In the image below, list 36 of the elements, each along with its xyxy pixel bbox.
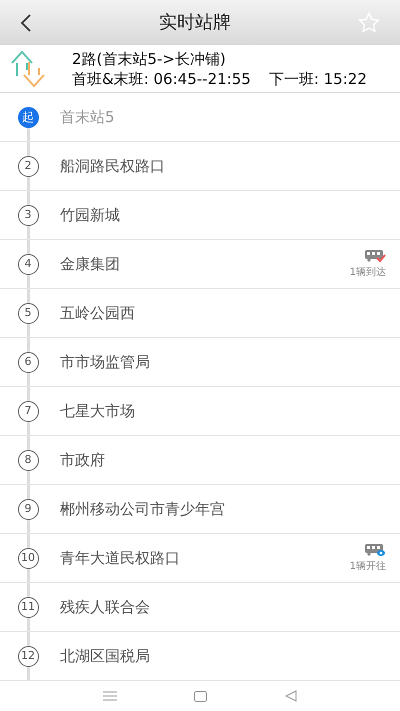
route-name: 2路(首末站5->长冲铺) bbox=[72, 48, 227, 68]
station-name[interactable]: 金康集团 bbox=[60, 252, 120, 276]
stop-number: 4 bbox=[18, 254, 38, 274]
station-name[interactable]: 市政府 bbox=[60, 448, 105, 472]
back-triangle-icon[interactable] bbox=[285, 690, 298, 702]
stop-number: 6 bbox=[18, 352, 38, 372]
station-name[interactable]: 船洞路民权路口 bbox=[60, 154, 165, 178]
stop-number: 2 bbox=[18, 156, 38, 176]
home-icon[interactable] bbox=[194, 690, 208, 702]
stop-number: 9 bbox=[18, 498, 38, 520]
stop-number: 7 bbox=[18, 400, 38, 422]
next-bus-text: 下一班: 15:22 bbox=[268, 68, 367, 88]
back-icon[interactable] bbox=[20, 12, 32, 32]
station-name[interactable]: 郴州移动公司市青少年宫 bbox=[60, 498, 225, 520]
station-name[interactable]: 残疾人联合会 bbox=[60, 596, 150, 618]
station-name[interactable]: 竹园新城 bbox=[60, 204, 120, 226]
station-name[interactable]: 北湖区国税局 bbox=[60, 644, 150, 668]
station-name[interactable]: 七星大市场 bbox=[60, 400, 135, 422]
stop-number: 10 bbox=[18, 548, 38, 568]
stop-number: 8 bbox=[18, 450, 38, 470]
station-name[interactable]: 市市场监管局 bbox=[60, 350, 150, 374]
stop-number: 12 bbox=[18, 646, 38, 666]
page-title: 实时站牌 bbox=[159, 11, 231, 35]
stop-number: 11 bbox=[18, 596, 38, 618]
schedule-text: 首班&末班: 06:45--21:55 bbox=[72, 68, 251, 88]
stop-number: 3 bbox=[18, 204, 38, 226]
bus-status-text: 1辆到达 bbox=[350, 266, 386, 280]
bus-check-icon bbox=[364, 248, 386, 262]
bus-status-text: 1辆开往 bbox=[350, 560, 386, 574]
station-name[interactable]: 青年大道民权路口 bbox=[60, 546, 180, 570]
menu-icon[interactable] bbox=[102, 691, 117, 701]
stop-number: 起 bbox=[18, 106, 38, 128]
station-name[interactable]: 五岭公园西 bbox=[60, 302, 135, 324]
star-icon[interactable] bbox=[358, 12, 380, 33]
bus-signal-icon bbox=[364, 542, 386, 556]
stop-number: 5 bbox=[18, 302, 38, 324]
